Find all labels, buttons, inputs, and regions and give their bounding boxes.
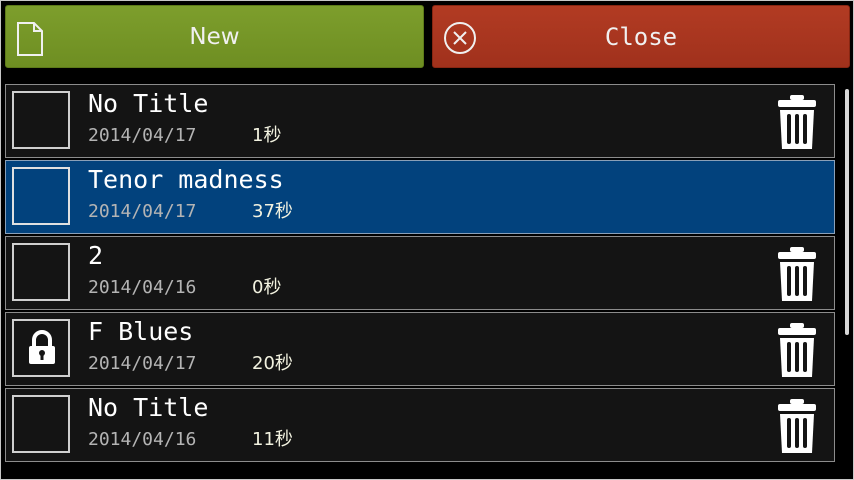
select-checkbox[interactable]: [12, 91, 70, 149]
item-date: 2014/04/16: [88, 429, 197, 450]
scrollbar[interactable]: [845, 89, 849, 335]
item-duration: 37秒: [252, 201, 293, 222]
new-button-label: New: [189, 24, 240, 50]
select-checkbox[interactable]: [12, 395, 70, 453]
item-duration: 20秒: [252, 353, 293, 374]
item-title: F Blues: [88, 317, 194, 346]
list-item[interactable]: 2 2014/04/16 0秒: [5, 236, 835, 310]
item-date: 2014/04/16: [88, 277, 197, 298]
trash-icon[interactable]: [774, 397, 820, 459]
select-checkbox[interactable]: [12, 167, 70, 225]
item-title: Tenor madness: [88, 165, 284, 194]
trash-icon[interactable]: [774, 93, 820, 155]
close-button[interactable]: Close: [432, 5, 850, 68]
trash-icon[interactable]: [774, 245, 820, 307]
item-title: No Title: [88, 89, 209, 118]
list-item[interactable]: No Title 2014/04/17 1秒: [5, 84, 835, 158]
toolbar: New Close: [1, 1, 853, 73]
item-title: No Title: [88, 393, 209, 422]
item-date: 2014/04/17: [88, 125, 197, 146]
select-checkbox[interactable]: [12, 319, 70, 377]
item-duration: 11秒: [252, 429, 293, 450]
list-item[interactable]: No Title 2014/04/16 11秒: [5, 388, 835, 462]
item-duration: 1秒: [252, 125, 282, 146]
select-checkbox[interactable]: [12, 243, 70, 301]
item-date: 2014/04/17: [88, 353, 197, 374]
close-button-label: Close: [604, 23, 678, 51]
list-item[interactable]: F Blues 2014/04/17 20秒: [5, 312, 835, 386]
app-frame: New Close No Title 2014/04/17 1秒 Tenor m…: [0, 0, 854, 480]
trash-icon[interactable]: [774, 321, 820, 383]
item-title: 2: [88, 241, 104, 270]
list-item-selected[interactable]: Tenor madness 2014/04/17 37秒: [5, 160, 835, 234]
item-duration: 0秒: [252, 277, 282, 298]
new-button[interactable]: New: [5, 5, 424, 68]
item-date: 2014/04/17: [88, 201, 197, 222]
lock-icon: [27, 330, 57, 370]
